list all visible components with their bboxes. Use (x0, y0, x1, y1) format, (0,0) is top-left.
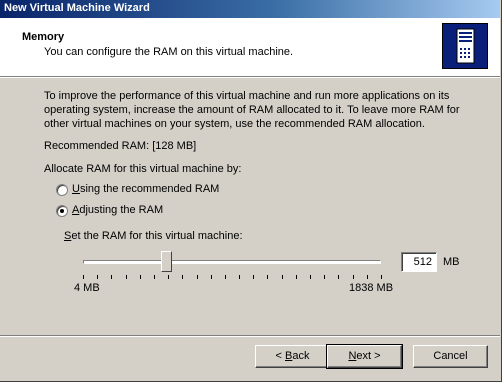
slider-tick (182, 275, 183, 279)
radio-label: Adjusting the RAM (72, 204, 164, 216)
slider-tick (111, 275, 112, 279)
slider-tick (253, 275, 254, 279)
slider-tick (353, 275, 354, 279)
intro-text: To improve the performance of this virtu… (44, 89, 460, 131)
slider-tick (367, 275, 368, 279)
server-icon (442, 23, 488, 69)
ram-unit-label: MB (443, 256, 460, 268)
slider-tick (267, 275, 268, 279)
slider-tick (338, 275, 339, 279)
wizard-window: New Virtual Machine Wizard Memory You ca… (0, 0, 502, 382)
slider-tick (211, 275, 212, 279)
footer-separator (0, 335, 500, 337)
wizard-header: Memory You can configure the RAM on this… (0, 18, 500, 76)
slider-tick (239, 275, 240, 279)
page-subtitle: You can configure the RAM on this virtua… (44, 46, 294, 58)
next-button[interactable]: Next > (326, 344, 403, 369)
slider-max-label: 1838 MB (349, 282, 394, 294)
set-ram-label: Set the RAM for this virtual machine: (64, 230, 243, 242)
slider-tick (381, 275, 382, 279)
back-button[interactable]: < Back (255, 345, 330, 368)
page-title: Memory (22, 31, 65, 43)
slider-tick (324, 275, 325, 279)
ram-slider-track[interactable] (83, 260, 381, 264)
slider-tick (296, 275, 297, 279)
slider-tick (168, 275, 169, 279)
intro-line: To improve the performance of this virtu… (44, 90, 450, 102)
radio-button-selected[interactable] (56, 205, 68, 217)
cancel-button[interactable]: Cancel (413, 345, 488, 368)
radio-label: Using the recommended RAM (72, 183, 220, 195)
slider-tick (154, 275, 155, 279)
slider-tick (126, 275, 127, 279)
slider-tick (310, 275, 311, 279)
intro-line: operating system, increase the amount of… (44, 104, 460, 116)
radio-button[interactable] (56, 184, 68, 196)
ram-value-input[interactable]: 512 (401, 252, 437, 272)
header-separator (0, 76, 500, 78)
intro-line: other virtual machines on your system, u… (44, 118, 425, 130)
slider-tick (282, 275, 283, 279)
slider-tick (197, 275, 198, 279)
slider-tick (225, 275, 226, 279)
ram-slider-thumb[interactable] (161, 251, 172, 272)
slider-min-label: 4 MB (74, 282, 100, 294)
slider-tick (97, 275, 98, 279)
title-bar[interactable]: New Virtual Machine Wizard (0, 0, 500, 18)
slider-tick (140, 275, 141, 279)
window-title: New Virtual Machine Wizard (4, 2, 150, 14)
slider-tick (83, 275, 84, 279)
recommended-ram-text: Recommended RAM: [128 MB] (44, 140, 197, 152)
allocate-label: Allocate RAM for this virtual machine by… (44, 163, 242, 175)
